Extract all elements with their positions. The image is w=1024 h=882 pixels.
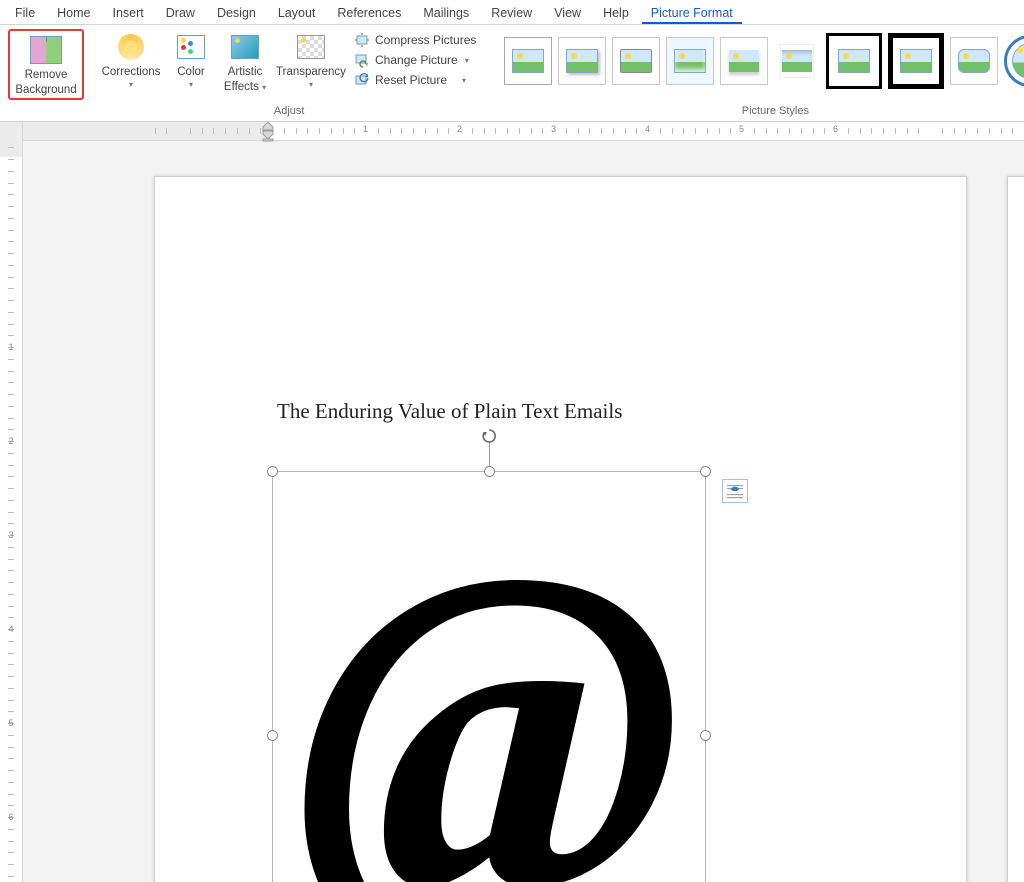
group-label-picture-styles: Picture Styles bbox=[742, 105, 809, 119]
hruler-number: 5 bbox=[739, 124, 744, 134]
color-icon bbox=[175, 31, 207, 63]
artistic-effects-label-1: Artistic bbox=[228, 66, 263, 78]
vertical-ruler[interactable]: 1 2 3 4 5 6 bbox=[0, 122, 23, 882]
resize-handle-l[interactable] bbox=[267, 730, 278, 741]
chevron-down-icon: ▾ bbox=[129, 79, 133, 91]
tab-references[interactable]: References bbox=[328, 3, 410, 24]
change-picture-label: Change Picture bbox=[375, 53, 458, 67]
ribbon-tabs: File Home Insert Draw Design Layout Refe… bbox=[0, 0, 1024, 25]
transparency-label: Transparency bbox=[276, 66, 346, 78]
resize-handle-tr[interactable] bbox=[700, 466, 711, 477]
vruler-number: 2 bbox=[0, 436, 22, 446]
picture-style-thumb[interactable] bbox=[826, 33, 882, 89]
vruler-number: 5 bbox=[0, 718, 22, 728]
remove-background-button[interactable]: Remove Background bbox=[12, 32, 80, 96]
tab-picture-format[interactable]: Picture Format bbox=[642, 3, 742, 24]
artistic-effects-button[interactable]: Artistic Effects ▾ bbox=[220, 29, 270, 94]
tab-draw[interactable]: Draw bbox=[157, 3, 204, 24]
color-button[interactable]: Color ▾ bbox=[168, 29, 214, 91]
transparency-button[interactable]: Transparency ▾ bbox=[276, 29, 346, 91]
chevron-down-icon: ▾ bbox=[262, 83, 266, 92]
corrections-icon bbox=[115, 31, 147, 63]
artistic-effects-label-2: Effects bbox=[224, 81, 259, 93]
picture-style-thumb[interactable] bbox=[612, 37, 660, 85]
chevron-down-icon: ▾ bbox=[189, 79, 193, 91]
vruler-number: 3 bbox=[0, 530, 22, 540]
tab-insert[interactable]: Insert bbox=[104, 3, 153, 24]
picture-style-thumb[interactable] bbox=[950, 37, 998, 85]
document-title-text[interactable]: The Enduring Value of Plain Text Emails bbox=[277, 399, 622, 424]
resize-handle-r[interactable] bbox=[700, 730, 711, 741]
corrections-label: Corrections bbox=[102, 66, 161, 78]
tab-view[interactable]: View bbox=[545, 3, 590, 24]
remove-background-icon bbox=[30, 34, 62, 66]
chevron-down-icon: ▾ bbox=[462, 76, 466, 85]
reset-picture-icon bbox=[354, 72, 370, 88]
document-canvas[interactable]: The Enduring Value of Plain Text Emails … bbox=[23, 141, 1024, 882]
picture-style-thumb[interactable] bbox=[888, 33, 944, 89]
tab-help[interactable]: Help bbox=[594, 3, 638, 24]
transparency-icon bbox=[295, 31, 327, 63]
change-picture-button[interactable]: Change Picture ▾ bbox=[352, 51, 478, 69]
tab-file[interactable]: File bbox=[6, 3, 44, 24]
picture-style-thumb[interactable] bbox=[1004, 35, 1024, 87]
workspace: 1 2 3 4 5 6 1 2 3 4 5 6 The Enduring Value of Plai… bbox=[0, 122, 1024, 882]
vruler-number: 4 bbox=[0, 624, 22, 634]
ribbon: Remove Background Corrections ▾ Color ▾ … bbox=[0, 25, 1024, 122]
hruler-number: 6 bbox=[833, 124, 838, 134]
tab-home[interactable]: Home bbox=[48, 3, 99, 24]
picture-style-thumb[interactable] bbox=[666, 37, 714, 85]
hruler-number: 4 bbox=[645, 124, 650, 134]
vruler-number: 1 bbox=[0, 342, 22, 352]
artistic-effects-icon bbox=[229, 31, 261, 63]
vruler-number: 6 bbox=[0, 812, 22, 822]
tab-mailings[interactable]: Mailings bbox=[414, 3, 478, 24]
layout-options-button[interactable] bbox=[722, 479, 748, 503]
reset-picture-button[interactable]: Reset Picture ▾ bbox=[352, 71, 478, 89]
picture-style-thumb[interactable] bbox=[720, 37, 768, 85]
group-label-adjust: Adjust bbox=[274, 105, 305, 119]
color-label: Color bbox=[177, 66, 204, 78]
picture-style-thumb[interactable] bbox=[504, 37, 552, 85]
resize-handle-tl[interactable] bbox=[267, 466, 278, 477]
chevron-down-icon: ▾ bbox=[309, 79, 313, 91]
remove-background-label-2: Background bbox=[15, 84, 76, 96]
chevron-down-icon: ▾ bbox=[465, 56, 469, 65]
compress-pictures-button[interactable]: Compress Pictures bbox=[352, 31, 478, 49]
group-adjust: Corrections ▾ Color ▾ Artistic Effects ▾… bbox=[94, 25, 484, 121]
remove-background-label-1: Remove bbox=[25, 69, 68, 81]
document-page-next[interactable] bbox=[1007, 176, 1024, 882]
horizontal-ruler[interactable]: 1 2 3 4 5 6 bbox=[23, 122, 1024, 141]
hruler-number: 1 bbox=[363, 124, 368, 134]
group-picture-styles: Picture Styles bbox=[488, 25, 1024, 121]
compress-pictures-label: Compress Pictures bbox=[375, 33, 476, 47]
tab-review[interactable]: Review bbox=[482, 3, 541, 24]
reset-picture-label: Reset Picture bbox=[375, 73, 447, 87]
resize-handle-t[interactable] bbox=[484, 466, 495, 477]
tab-layout[interactable]: Layout bbox=[269, 3, 325, 24]
selected-picture[interactable]: @ bbox=[272, 471, 706, 882]
rotation-handle[interactable] bbox=[479, 427, 499, 445]
corrections-button[interactable]: Corrections ▾ bbox=[100, 29, 162, 91]
tab-design[interactable]: Design bbox=[208, 3, 265, 24]
change-picture-icon bbox=[354, 52, 370, 68]
picture-style-thumb[interactable] bbox=[558, 37, 606, 85]
picture-style-thumb[interactable] bbox=[774, 38, 820, 84]
remove-background-highlight: Remove Background bbox=[8, 29, 84, 100]
hruler-number: 3 bbox=[551, 124, 556, 134]
picture-content: @ bbox=[272, 471, 706, 882]
layout-options-icon bbox=[726, 483, 744, 499]
hruler-number: 2 bbox=[457, 124, 462, 134]
compress-icon bbox=[354, 32, 370, 48]
